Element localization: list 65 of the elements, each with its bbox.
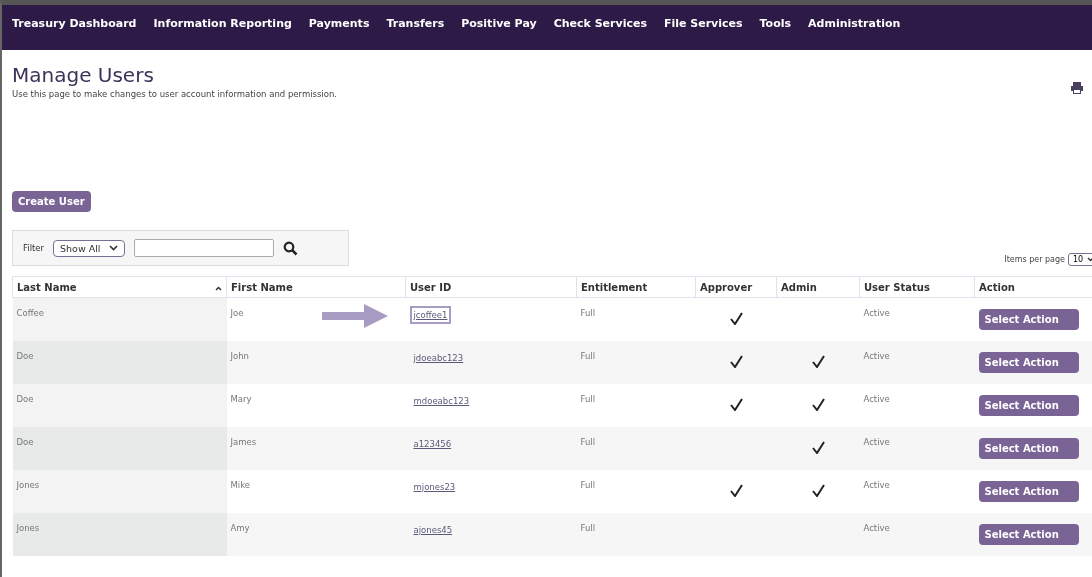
user-id-link[interactable]: ajones45 (409, 520, 457, 539)
table-cell: Doe (12, 340, 227, 384)
nav-item[interactable]: Check Services (553, 17, 647, 30)
nav-item[interactable]: Payments (308, 17, 370, 30)
table-cell: Jones (12, 469, 227, 513)
table-cell: James (226, 426, 406, 470)
table-cell: Amy (226, 512, 406, 556)
nav-item[interactable]: Tools (759, 17, 792, 30)
select-action-button[interactable]: Select Action (978, 309, 1079, 330)
column-header[interactable]: First Name (226, 276, 406, 298)
table-cell: Active (859, 512, 975, 556)
search-field[interactable] (133, 239, 274, 257)
user-id-link[interactable]: a123456 (409, 434, 456, 453)
create-user-button[interactable]: Create User (12, 191, 91, 212)
nav-item[interactable]: Information Reporting (153, 17, 292, 30)
table-cell: Full (576, 383, 696, 427)
column-header[interactable]: Admin (776, 276, 860, 298)
table-cell: Jones (12, 512, 227, 556)
filter-dropdown[interactable]: Show All (53, 239, 125, 257)
select-action-button[interactable]: Select Action (978, 351, 1079, 373)
table-cell: Active (859, 340, 975, 384)
user-id-link[interactable]: mjones23 (409, 477, 460, 496)
print-icon[interactable] (1070, 81, 1084, 95)
table-cell: Active (859, 297, 975, 341)
nav-item[interactable]: File Services (663, 17, 743, 30)
column-header[interactable]: Entitlement (576, 276, 696, 298)
table-cell: Active (859, 426, 975, 470)
select-action-button[interactable]: Select Action (978, 480, 1079, 502)
table-cell: Active (859, 469, 975, 513)
table-cell: Mike (226, 469, 406, 513)
table-cell: Doe (12, 426, 227, 470)
filter-label: Filter (23, 243, 45, 253)
nav-item[interactable]: Administration (808, 17, 901, 30)
table-cell: Active (859, 383, 975, 427)
column-header[interactable]: User Status (859, 276, 975, 298)
page-title: Manage Users (12, 63, 155, 87)
items-per-page-dropdown[interactable]: 10 (1068, 253, 1092, 266)
select-action-button[interactable]: Select Action (978, 523, 1079, 545)
chevron-icon (1087, 257, 1092, 262)
nav-item[interactable]: Treasury Dashboard (12, 17, 137, 30)
table-cell: Mary (226, 383, 406, 427)
column-header[interactable]: Last Name (12, 276, 227, 298)
chevron-icon (108, 245, 118, 251)
table-cell: Doe (12, 383, 227, 427)
items-per-page-label: Items per page (1004, 255, 1065, 264)
page-description: Use this page to make changes to user account information and permission. (12, 89, 338, 99)
column-header[interactable]: Approver (695, 276, 777, 298)
table-cell: Full (576, 426, 696, 470)
table-cell: Full (576, 469, 696, 513)
user-id-link[interactable]: jdoeabc123 (409, 348, 468, 367)
select-action-button[interactable]: Select Action (978, 394, 1079, 416)
table-cell: Coffee (12, 297, 227, 341)
table-cell: John (226, 340, 406, 384)
nav-item[interactable]: Transfers (386, 17, 445, 30)
table-cell: Joe (226, 297, 406, 341)
user-id-link[interactable]: mdoeabc123 (409, 391, 474, 410)
table-cell: Full (576, 512, 696, 556)
table-cell: Full (576, 297, 696, 341)
nav-item[interactable]: Positive Pay (461, 17, 537, 30)
user-id-link[interactable]: jcoffee1 (409, 306, 452, 324)
table-cell: Full (576, 340, 696, 384)
select-action-button[interactable]: Select Action (978, 437, 1079, 459)
column-header[interactable]: Action (974, 276, 1092, 298)
column-header[interactable]: User ID (405, 276, 577, 298)
search-icon[interactable] (282, 240, 298, 256)
